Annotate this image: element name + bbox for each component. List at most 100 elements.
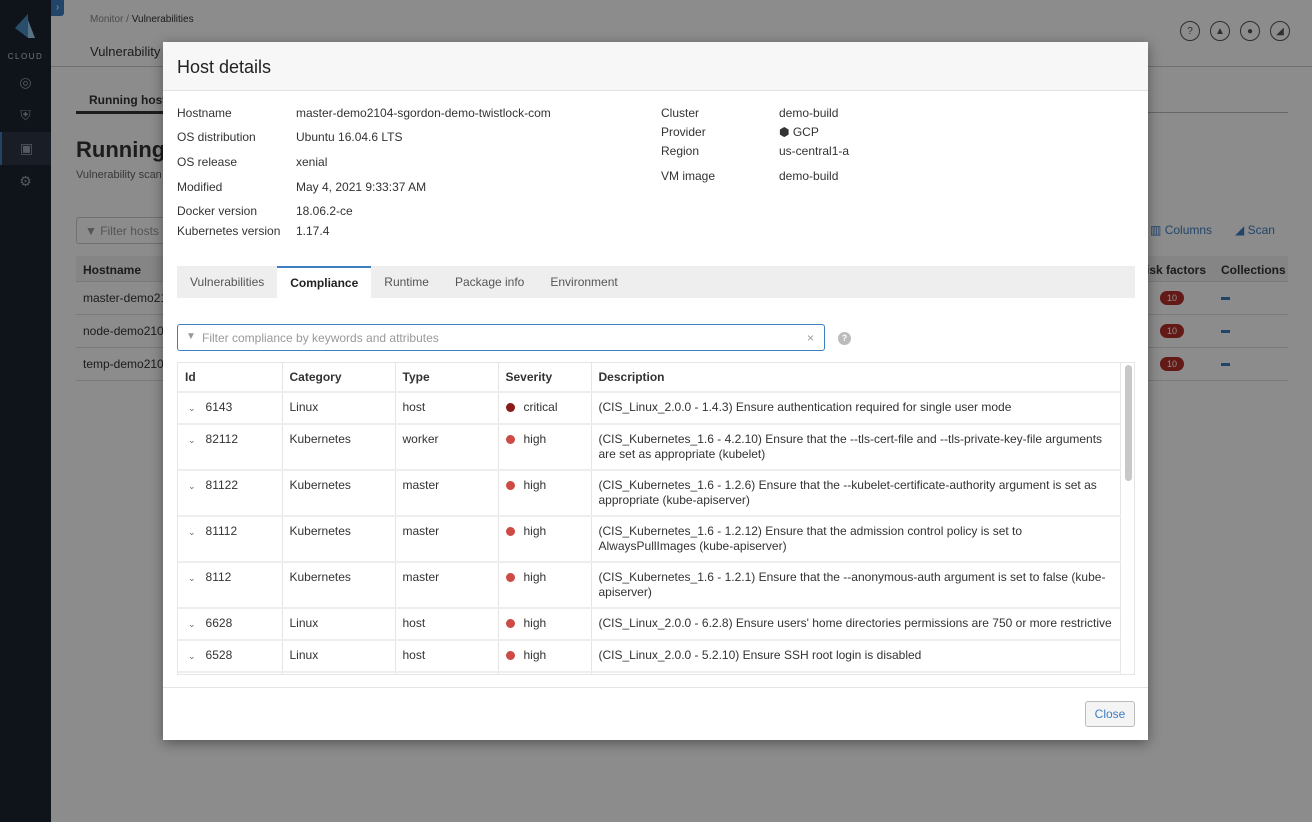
cell-type: master <box>395 562 499 609</box>
host-details-modal: Host details Hostname master-demo2104-sgo… <box>163 42 1148 740</box>
divider <box>163 687 1148 688</box>
cell-type: host <box>395 608 499 641</box>
severity-label: high <box>523 432 547 446</box>
tab-compliance[interactable]: Compliance <box>277 266 372 298</box>
severity-dot-icon <box>505 573 515 582</box>
severity-label: high <box>523 616 547 630</box>
cell-category: Kubernetes <box>282 470 396 517</box>
close-button[interactable]: Close <box>1085 701 1135 727</box>
table-row[interactable]: ⌄ 6628 Linux host high (CIS_Linux_2.0.0 - 6.2… <box>178 608 1121 641</box>
detail-value: master-demo2104-sgordon-demo-twistlock-c… <box>296 106 551 120</box>
severity-label: high <box>523 648 547 662</box>
id-value: 6628 <box>205 616 233 630</box>
cell-category: Linux <box>282 392 396 425</box>
chevron-down-icon[interactable]: ⌄ <box>188 481 196 491</box>
detail-value-wrap: ⬢ GCP <box>779 125 819 139</box>
cell-id: ⌄ 6628 <box>178 608 283 641</box>
clear-icon[interactable]: × <box>807 331 814 345</box>
table-row[interactable]: ⌄ 81112 Kubernetes master high (CIS_Kubernete… <box>178 516 1121 563</box>
table-row[interactable]: ⌄ 8112 Kubernetes master high (CIS_Kubernetes… <box>178 562 1121 609</box>
chevron-down-icon[interactable]: ⌄ <box>188 435 196 445</box>
tab-package-info[interactable]: Package info <box>442 266 537 298</box>
detail-label: Cluster <box>661 106 700 120</box>
chevron-down-icon[interactable]: ⌄ <box>188 651 196 661</box>
tab-environment[interactable]: Environment <box>537 266 630 298</box>
filter-icon: ▼ <box>186 331 196 342</box>
cell-severity: high <box>498 562 592 609</box>
table-row[interactable]: ⌄ 81122 Kubernetes master high (CIS_Kubernete… <box>178 470 1121 517</box>
detail-label: Docker version <box>177 204 258 218</box>
cell-type: master <box>395 516 499 563</box>
severity-dot-icon <box>505 619 515 628</box>
severity-label: high <box>523 570 547 584</box>
cell-type: host <box>395 640 499 673</box>
detail-value-wrap: us-central1-a <box>779 144 849 158</box>
chevron-down-icon[interactable]: ⌄ <box>188 527 196 537</box>
table-row[interactable]: ⌄ 82112 Kubernetes worker high (CIS_Kubernete… <box>178 424 1121 471</box>
detail-value: demo-build <box>779 169 839 183</box>
chevron-down-icon[interactable]: ⌄ <box>188 573 196 583</box>
severity-dot-icon <box>505 651 515 660</box>
cell-category: Kubernetes <box>282 562 396 609</box>
cell-category: Linux <box>282 608 396 641</box>
col-category[interactable]: Category <box>282 363 396 393</box>
cell-id: ⌄ 82112 <box>178 424 283 471</box>
cell-severity: high <box>498 672 592 674</box>
cell-id: ⌄6521 <box>178 672 283 674</box>
cell-description: (CIS_Kubernetes_1.6 - 1.2.6) Ensure that… <box>591 470 1121 517</box>
severity-label: high <box>523 524 547 538</box>
cell-description: (CIS_Kubernetes_1.6 - 1.2.12) Ensure tha… <box>591 516 1121 563</box>
detail-label: Provider <box>661 125 706 139</box>
detail-value: 1.17.4 <box>296 224 330 238</box>
detail-label: Region <box>661 144 700 158</box>
id-value: 81122 <box>205 478 239 492</box>
detail-value: demo-build <box>779 106 839 120</box>
filter-placeholder: Filter compliance by keywords and attrib… <box>202 331 439 345</box>
cell-severity: high <box>498 608 592 641</box>
cell-category: Kubernetes <box>282 424 396 471</box>
chevron-down-icon[interactable]: ⌄ <box>188 619 196 629</box>
chevron-down-icon[interactable]: ⌄ <box>188 403 196 413</box>
col-severity[interactable]: Severity <box>498 363 592 393</box>
tab-vulnerabilities[interactable]: Vulnerabilities <box>177 266 277 298</box>
tab-runtime[interactable]: Runtime <box>371 266 442 298</box>
id-value: 81112 <box>205 524 238 538</box>
severity-dot-icon <box>505 403 515 412</box>
cell-severity: high <box>498 516 592 563</box>
cell-severity: high <box>498 424 592 471</box>
detail-value: May 4, 2021 9:33:37 AM <box>296 180 427 194</box>
detail-value: us-central1-a <box>779 144 850 158</box>
cell-description: (CIS_Linux_2.0.0 - 6.2.8) Ensure users' … <box>591 608 1121 641</box>
cell-description: (CIS_Linux_2.0.0 - 5.2.10) Ensure SSH ro… <box>591 640 1121 673</box>
cell-category: Linux <box>282 640 396 673</box>
cell-description: (CIS_Kubernetes_1.6 - 1.2.1) Ensure that… <box>591 562 1121 609</box>
cell-id: ⌄ 6143 <box>178 392 283 425</box>
col-description[interactable]: Description <box>591 363 1121 393</box>
col-id[interactable]: Id <box>178 363 283 393</box>
detail-label: Kubernetes version <box>177 224 281 238</box>
cell-type: master <box>395 470 499 517</box>
modal-header: Host details <box>163 42 1148 91</box>
detail-label: Hostname <box>177 106 232 120</box>
severity-label: high <box>523 478 547 492</box>
detail-label: Modified <box>177 180 223 194</box>
severity-label: critical <box>523 400 558 414</box>
help-icon[interactable]: ? <box>838 332 851 345</box>
filter-compliance-input[interactable]: ▼ Filter compliance by keywords and attr… <box>177 324 825 351</box>
scrollbar[interactable] <box>1125 365 1132 481</box>
table-row[interactable]: ⌄ 6528 Linux host high (CIS_Linux_2.0.0 - 5.2… <box>178 640 1121 673</box>
detail-value: 18.06.2-ce <box>296 204 353 218</box>
cell-category: Kubernetes <box>282 516 396 563</box>
detail-value-wrap: demo-build <box>779 169 838 183</box>
detail-label: VM image <box>661 169 716 183</box>
col-type[interactable]: Type <box>395 363 499 393</box>
table-row[interactable]: ⌄6521Linuxhosthigh(CIS_Linux_2.0.0 - 5.2… <box>178 672 1121 674</box>
gcp-icon: ⬢ <box>779 125 793 139</box>
table-row[interactable]: ⌄ 6143 Linux host critical (CIS_Linux_2.0.0 -… <box>178 392 1121 425</box>
cell-description: (CIS_Kubernetes_1.6 - 4.2.10) Ensure tha… <box>591 424 1121 471</box>
cell-description: (CIS_Linux_2.0.0 - 5.2.1) Ensure permiss… <box>591 672 1121 674</box>
id-value: 6143 <box>205 400 233 414</box>
modal-tabs: Vulnerabilities Compliance Runtime Package … <box>177 266 1135 298</box>
severity-dot-icon <box>505 481 515 490</box>
cell-type: host <box>395 672 499 674</box>
